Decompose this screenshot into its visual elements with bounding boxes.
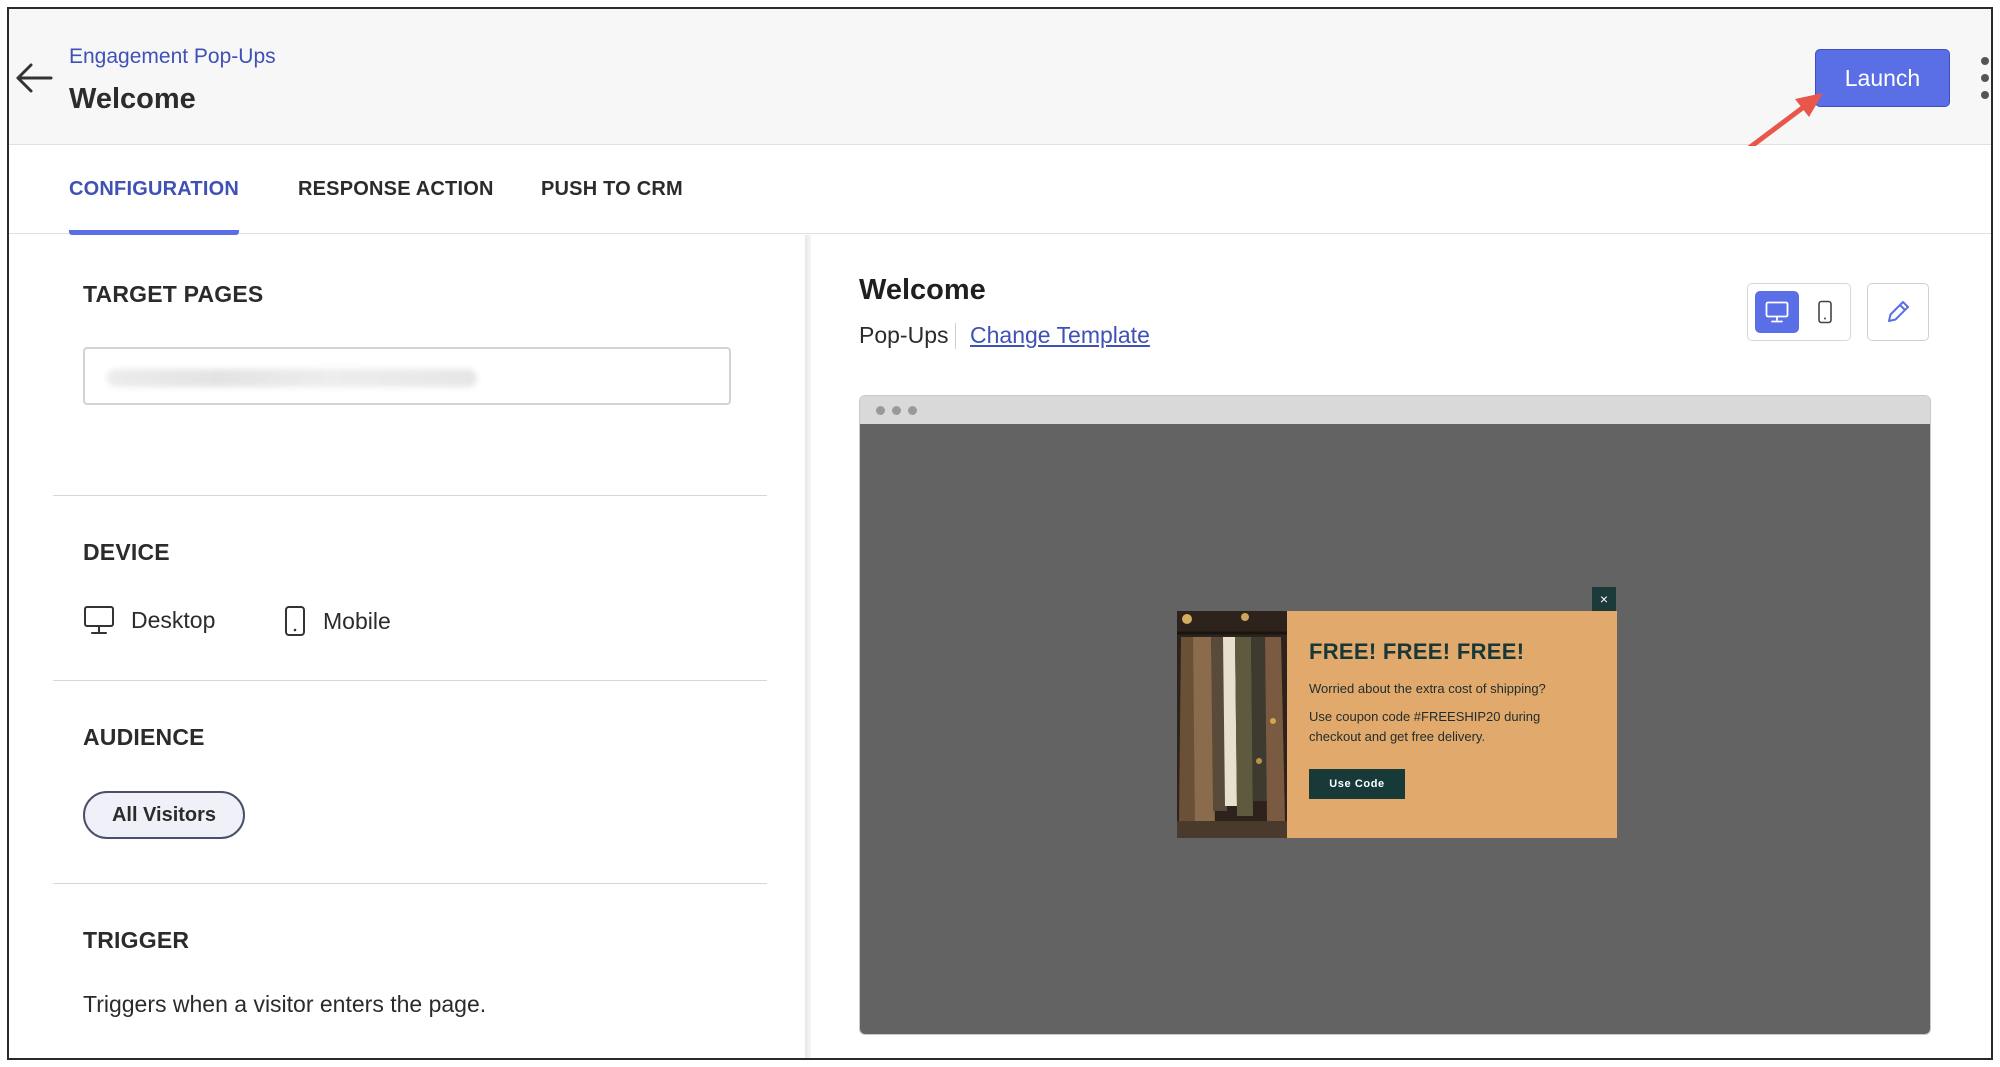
preview-canvas: × FREE! FREE! FREE! Worried about the ex… <box>860 424 1930 1034</box>
change-template-link[interactable]: Change Template <box>970 322 1150 349</box>
browser-toolbar <box>860 396 1930 424</box>
use-code-button[interactable]: Use Code <box>1309 769 1405 799</box>
popup-close-icon[interactable]: × <box>1592 587 1616 611</box>
popup-line-2: Use coupon code #FREESHIP20 during check… <box>1309 709 1541 744</box>
app-window: Engagement Pop-Ups Welcome Launch CONFIG… <box>7 7 1993 1060</box>
section-divider <box>53 680 767 681</box>
preview-browser-frame: × FREE! FREE! FREE! Worried about the ex… <box>859 395 1931 1035</box>
page-title: Welcome <box>69 83 196 115</box>
panel-divider <box>805 235 811 1058</box>
desktop-icon <box>1765 301 1789 323</box>
section-divider <box>53 495 767 496</box>
mobile-icon <box>1818 300 1832 324</box>
edit-button[interactable] <box>1867 283 1929 341</box>
breadcrumb[interactable]: Engagement Pop-Ups <box>69 45 276 69</box>
launch-button[interactable]: Launch <box>1815 49 1950 107</box>
preview-title: Welcome <box>859 274 986 306</box>
preview-device-toggle <box>1747 283 1851 341</box>
trigger-description: Triggers when a visitor enters the page. <box>83 991 487 1017</box>
configuration-panel: TARGET PAGES DEVICE Desktop Mobile AUDIE… <box>9 235 805 1058</box>
target-pages-input[interactable] <box>83 347 731 405</box>
device-label-desktop: Desktop <box>131 606 216 633</box>
back-arrow-icon[interactable] <box>13 57 55 99</box>
popup-line-1: Worried about the extra cost of shipping… <box>1309 681 1546 696</box>
section-divider <box>53 883 767 884</box>
popup-clothing-image <box>1177 611 1287 838</box>
device-option-mobile[interactable]: Mobile <box>283 605 391 637</box>
device-option-desktop[interactable]: Desktop <box>83 605 215 635</box>
tab-push-to-crm[interactable]: PUSH TO CRM <box>541 178 683 201</box>
popup-preview: × FREE! FREE! FREE! Worried about the ex… <box>1177 587 1617 838</box>
page-header: Engagement Pop-Ups Welcome Launch <box>9 9 1991 145</box>
desktop-icon <box>84 606 114 634</box>
device-title: DEVICE <box>83 539 170 565</box>
tab-configuration[interactable]: CONFIGURATION <box>69 178 239 201</box>
target-pages-title: TARGET PAGES <box>83 281 264 307</box>
audience-chip-all-visitors[interactable]: All Visitors <box>83 791 245 839</box>
pencil-icon <box>1888 301 1909 322</box>
mobile-icon <box>285 606 305 636</box>
preview-desktop-button[interactable] <box>1755 291 1799 333</box>
redacted-url <box>107 369 477 387</box>
preview-type: Pop-Ups <box>859 322 949 348</box>
tab-bar: CONFIGURATION RESPONSE ACTION PUSH TO CR… <box>9 146 1991 242</box>
popup-heading: FREE! FREE! FREE! <box>1309 639 1525 664</box>
trigger-title: TRIGGER <box>83 927 190 953</box>
preview-separator <box>955 323 956 349</box>
device-label-mobile: Mobile <box>323 607 391 634</box>
more-options-icon[interactable] <box>1977 53 1991 103</box>
tab-response-action[interactable]: RESPONSE ACTION <box>298 178 494 201</box>
audience-title: AUDIENCE <box>83 724 205 750</box>
preview-mobile-button[interactable] <box>1804 291 1846 333</box>
popup-content: FREE! FREE! FREE! Worried about the extr… <box>1287 611 1569 838</box>
